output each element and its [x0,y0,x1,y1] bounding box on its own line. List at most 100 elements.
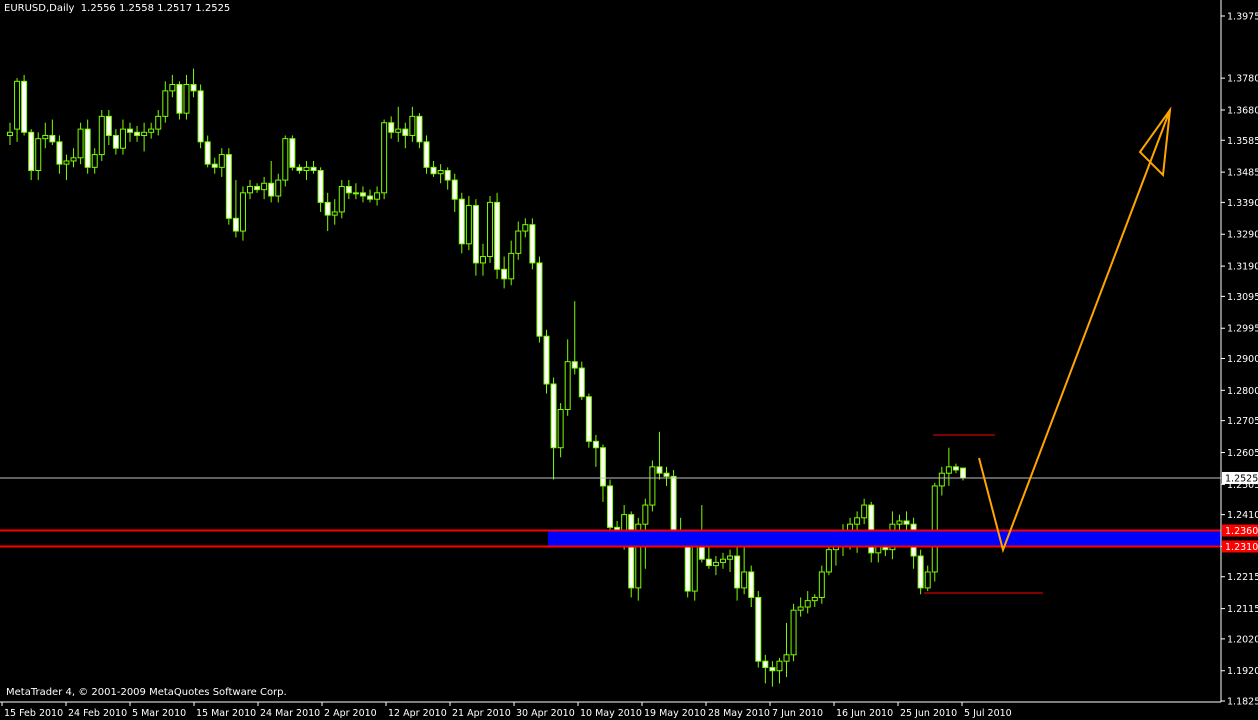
candle-body [176,84,183,114]
candle-body [550,383,557,449]
candle-body [331,211,338,216]
price-tick-label: 1.2605 [1227,448,1258,459]
candle-body [642,504,649,525]
support-zone-band [548,530,1221,547]
candle-body [543,335,550,385]
time-tick-label: 15 Mar 2010 [196,708,256,719]
candle-body [592,440,599,449]
candle-body [105,115,112,136]
candle-body [515,230,522,254]
candle-body [811,596,818,602]
candle-body [303,166,310,172]
candle-body [98,115,105,156]
candle-body [345,185,352,194]
candle-body [63,160,70,165]
price-tick-label: 1.2800 [1227,386,1258,397]
candle-body [960,467,966,479]
time-tick-label: 2 Apr 2010 [324,708,377,719]
candle-body [437,170,444,175]
candle-body [324,201,331,216]
candle-body [84,128,91,168]
candle-body [705,558,712,567]
symbol-label: EURUSD,Daily [4,3,75,14]
time-tick-label: 21 Apr 2010 [452,708,511,719]
time-tick-label: 24 Feb 2010 [68,708,127,719]
candle-body [649,466,656,506]
candle-body [317,170,324,203]
candle-body [529,224,536,264]
time-tick-label: 19 May 2010 [644,708,706,719]
price-tick-label: 1.2215 [1227,572,1258,583]
candle [529,218,536,270]
price-tick-label: 1.1920 [1227,666,1258,677]
candle-body [719,558,726,563]
time-tick-label: 10 May 2010 [580,708,642,719]
candle-body [409,115,416,136]
ohlc-readout: 1.2556 1.2558 1.2517 1.2525 [80,3,231,14]
level-label: 1.2360 [1225,526,1258,537]
candle-body [727,555,734,560]
candle [98,109,105,161]
candle-body [741,571,748,589]
candle-body [896,520,903,525]
candle-body [804,600,811,608]
time-tick-label: 5 Mar 2010 [132,708,186,719]
candle-body [861,504,868,519]
candle-body [938,472,945,487]
candle-body [28,131,35,172]
price-tick-label: 1.3190 [1227,262,1258,273]
candle-body [197,90,204,143]
candle [487,196,494,263]
candle [543,329,550,394]
candle-body [656,466,663,474]
time-tick-label: 25 Jun 2010 [900,708,957,719]
time-tick-label: 16 Jun 2010 [836,708,893,719]
candle-body [854,517,861,525]
candle-body [578,367,585,398]
candle-body [451,179,458,200]
candle [21,74,28,136]
candle-body [402,128,409,136]
candle-body [783,654,790,662]
time-tick-label: 15 Feb 2010 [4,708,63,719]
candle [585,393,592,448]
candle-body [310,166,317,172]
candle-body [56,141,63,165]
candle-body [945,466,952,474]
candle [755,591,762,668]
candle-body [501,268,508,280]
candle-body [465,205,472,245]
candle-body [557,408,564,449]
candle-body [776,660,783,672]
candle [494,192,501,279]
candle [649,460,656,512]
candle-body [7,131,13,136]
price-tick-label: 1.3585 [1227,136,1258,147]
price-tick-label: 1.2020 [1227,634,1258,645]
chart-header: EURUSD,Daily 1.2556 1.2558 1.2517 1.2525 [4,3,230,14]
price-chart[interactable]: 1.3975 1.3780 1.3680 1.3585 1.3485 1.3390 1.32… [0,0,1258,720]
candle-body [211,163,218,168]
candle-body [21,80,28,133]
candle-body [190,84,197,92]
candle-body [903,520,910,525]
candle-body [49,134,56,143]
candle [197,84,204,149]
candle [225,148,232,225]
candle-body [712,561,719,567]
candle-body [917,555,924,589]
candle-body [42,134,49,140]
candle-body [374,192,381,200]
price-tick-label: 1.3390 [1227,198,1258,209]
copyright-text: MetaTrader 4, © 2001-2009 MetaQuotes Sof… [6,687,287,698]
time-tick-label: 5 Jul 2010 [964,708,1012,719]
candle [790,603,797,662]
candle-body [458,198,465,245]
current-price-label: 1.2525 [1225,473,1258,484]
candle [289,135,296,171]
candle-body [134,131,141,136]
candle-body [296,166,303,172]
candle-body [924,571,931,589]
candle-body [127,128,134,133]
time-tick-label: 28 May 2010 [708,708,770,719]
